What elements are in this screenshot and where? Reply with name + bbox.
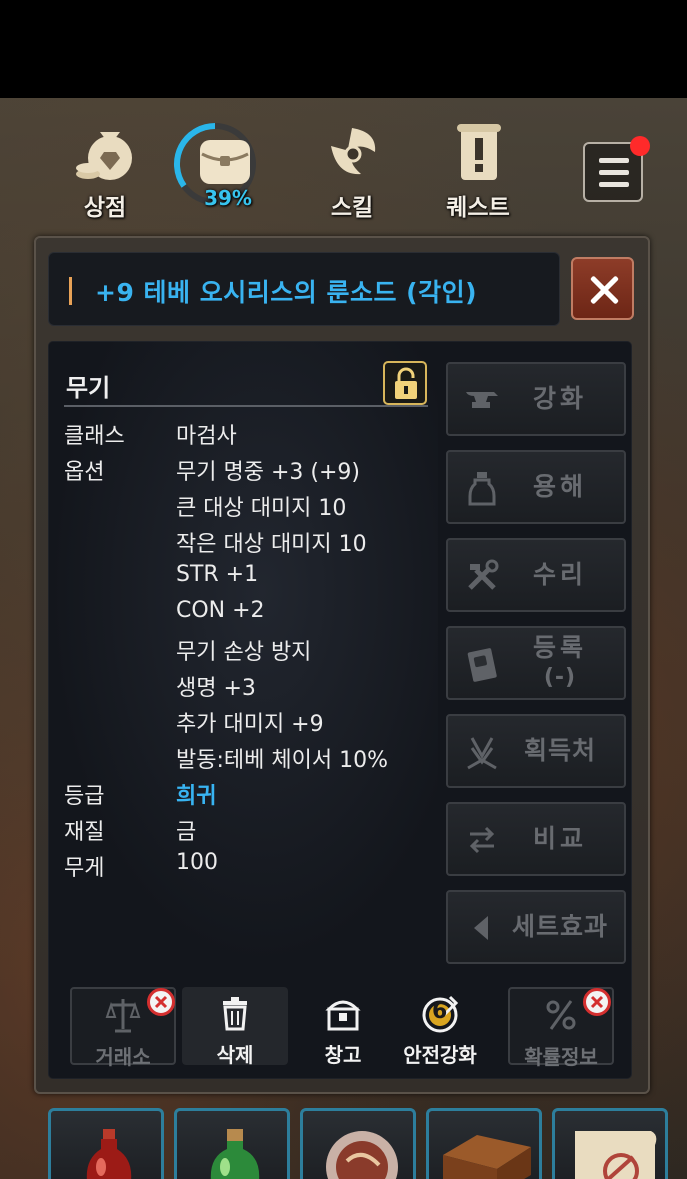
compare-button[interactable]: 비교 [446,802,626,876]
triangle-left-icon [474,916,488,940]
stat-value-option: CON +2 [176,598,265,623]
register-label-line2: (-) [543,665,577,690]
stat-value-weight: 100 [176,850,218,875]
chest-icon [325,1000,361,1031]
repair-label: 수리 [532,560,587,589]
quick-slot-orb[interactable] [300,1108,416,1179]
compare-label: 비교 [532,824,587,853]
skill-button[interactable]: 스킬 [302,118,402,221]
trash-icon [223,997,247,1031]
red-potion-icon [86,1129,132,1179]
quest-button[interactable]: 퀘스트 [428,118,528,221]
enhance-button[interactable]: 강화 [446,362,626,436]
disabled-x-icon [583,988,611,1016]
green-potion-icon [210,1129,260,1179]
stat-value-option: 무기 손상 방지 [176,640,312,665]
quick-slot-chest[interactable] [426,1108,542,1179]
stat-value-option: STR +1 [176,562,259,587]
notification-dot [630,136,650,156]
bag-percent: 39% [204,186,252,210]
tools-icon [468,559,499,590]
item-title-bar: +9 테베 오시리스의 룬소드 (각인) [48,252,560,326]
swap-arrows-icon [469,826,495,854]
quick-slot-green-potion[interactable] [174,1108,290,1179]
lock-button[interactable] [383,361,427,405]
wooden-chest-icon [443,1135,531,1179]
stat-value-option: 큰 대상 대미지 10 [176,496,347,521]
register-label-line1: 등록 [532,633,587,662]
orb-icon [326,1131,398,1179]
money-bag-icon [76,132,132,180]
enhance-label: 강화 [532,384,587,413]
register-button[interactable]: 등록 (-) [446,626,626,700]
trade-label: 거래소 [95,1045,151,1069]
safe-enhance-count: 6 [432,999,448,1024]
stat-value-class: 마검사 [176,424,237,449]
register-label: 등록 (-) [504,628,616,698]
location-marker-icon [467,737,497,770]
stat-key-grade: 등급 [64,784,105,809]
lock-icon [395,367,417,399]
repair-button[interactable]: 수리 [446,538,626,612]
dissolve-button[interactable]: 용해 [446,450,626,524]
bag-button[interactable]: 39% [173,118,274,218]
delete-button[interactable]: 삭제 [182,987,288,1067]
stat-key-material: 재질 [64,820,105,845]
skill-swirl-icon [331,128,376,175]
probability-info-label: 확률정보 [524,1045,598,1069]
stat-value-option: 무기 명중 +3 (+9) [176,460,360,485]
delete-label: 삭제 [216,1043,254,1067]
status-bar-area [0,0,687,98]
menu-icon-bar [599,170,629,175]
stat-key-class: 클래스 [64,424,125,449]
shop-label: 상점 [83,195,127,221]
menu-icon-bar [599,182,629,187]
safe-enhance-button[interactable]: 6 안전강화 [388,987,492,1067]
map-scroll-icon [575,1131,657,1179]
safe-enhance-label: 안전강화 [403,1043,477,1067]
item-title: +9 테베 오시리스의 룬소드 (각인) [95,278,478,307]
percent-icon [546,1000,576,1030]
book-icon [467,648,497,682]
storage-label: 창고 [324,1043,362,1067]
stat-value-grade: 희귀 [176,784,217,809]
x-mark-icon [154,995,168,1009]
anvil-icon [466,392,498,408]
menu-icon-bar [599,158,629,163]
shop-button[interactable]: 상점 [55,118,155,221]
obtain-location-button[interactable]: 획득처 [446,714,626,788]
stat-key-weight: 무게 [64,856,105,881]
set-effect-label: 세트효과 [511,912,608,941]
quick-slot-scroll[interactable] [552,1108,668,1179]
dissolve-label: 용해 [532,472,587,501]
quick-slot-red-potion[interactable] [48,1108,164,1179]
potion-bottle-icon [468,472,496,506]
stat-key-option: 옵션 [64,460,105,485]
divider [64,405,428,407]
scale-icon [105,999,141,1033]
stat-value-material: 금 [176,820,197,845]
set-effect-button[interactable]: 세트효과 [446,890,626,964]
stat-value-option: 추가 대미지 +9 [176,712,324,737]
item-category: 무기 [66,374,111,402]
title-accent-bar [69,277,72,305]
stat-value-option: 생명 +3 [176,676,256,701]
stat-value-option: 작은 대상 대미지 10 [176,532,367,557]
obtain-location-label: 획득처 [523,736,596,765]
quest-label: 퀘스트 [446,195,510,221]
x-mark-icon [590,995,604,1009]
close-button[interactable] [571,257,634,320]
bag-icon [200,140,250,184]
skill-label: 스킬 [330,195,374,221]
disabled-x-icon [147,988,175,1016]
stat-value-option: 발동:테베 체이서 10% [176,748,388,773]
scroll-icon [457,124,501,180]
storage-button[interactable]: 창고 [290,987,396,1067]
